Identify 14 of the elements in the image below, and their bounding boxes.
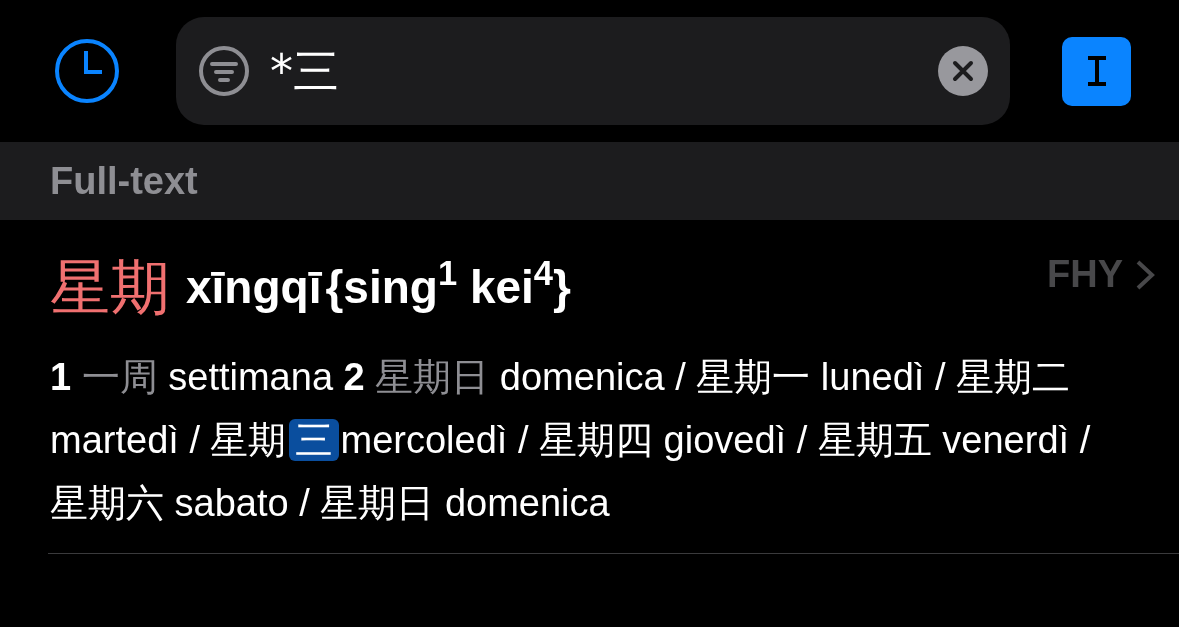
history-clock-icon[interactable] (54, 38, 120, 104)
clear-button[interactable] (938, 46, 988, 96)
pinyin-text: xīngqī (186, 259, 322, 315)
filter-icon (198, 45, 250, 97)
headword: 星期 (50, 251, 170, 324)
search-field[interactable]: *三 (176, 17, 1010, 125)
text-mode-button[interactable] (1062, 36, 1131, 106)
chevron-icon (1135, 258, 1155, 291)
search-query[interactable]: *三 (270, 36, 938, 106)
text-cursor-icon (1085, 55, 1108, 87)
definition-text: 1 一周 settimana 2 星期日 domenica / 星期一 lunedì / 星期二 martedì / 星期 三 mercoledì / 星期四 giovedì / 星期五 venerdì / 星期六 sabato / 星期日 domenica (50, 354, 1092, 526)
jyutping-text: {sing$^{1}$ kei$^{4}$} (325, 253, 571, 315)
section-title: Full-text (50, 158, 198, 204)
close-icon (952, 60, 974, 82)
